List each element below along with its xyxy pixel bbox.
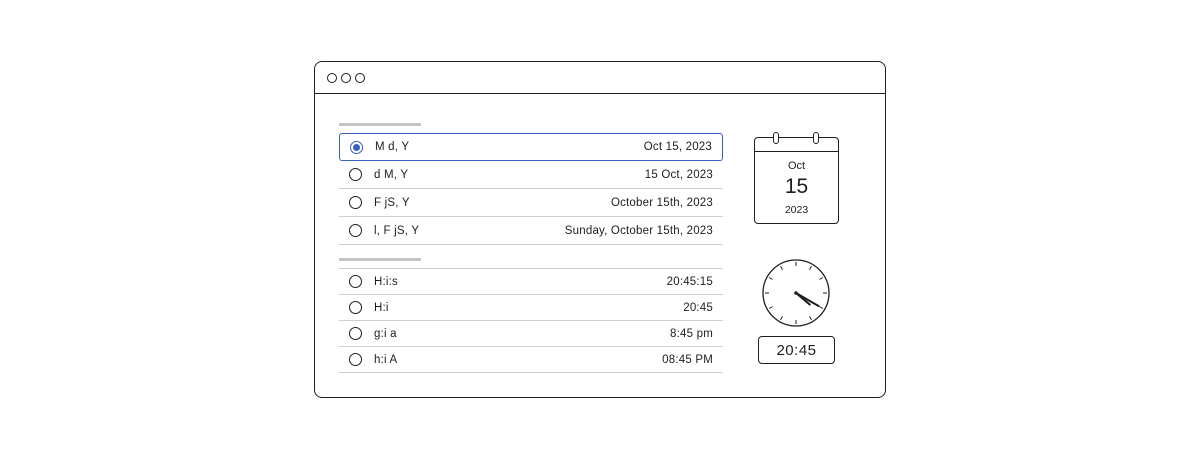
calendar-ring (813, 132, 819, 144)
calendar-month: Oct (787, 160, 806, 172)
format-code: M d, Y (375, 141, 410, 153)
format-preview: Oct 15, 2023 (643, 141, 712, 153)
date-format-option[interactable]: M d, Y Oct 15, 2023 (339, 133, 723, 161)
format-code: H:i:s (374, 275, 398, 288)
format-code: F jS, Y (374, 196, 410, 209)
date-section-heading (339, 123, 421, 126)
format-code: h:i A (374, 353, 398, 366)
time-format-list: H:i:s 20:45:15 H:i 20:45 g:i a 8:45 pm h… (339, 268, 723, 373)
radio-button[interactable] (349, 196, 362, 209)
analog-clock-icon (762, 259, 830, 327)
radio-button[interactable] (349, 275, 362, 288)
format-code: l, F jS, Y (374, 224, 420, 237)
format-preview: 08:45 PM (662, 353, 713, 366)
calendar-header (755, 138, 838, 152)
format-code: g:i a (374, 327, 397, 340)
format-preview: 15 Oct, 2023 (644, 168, 713, 181)
calendar-icon: Oct 15 2023 (754, 132, 839, 224)
format-code: H:i (374, 301, 389, 314)
clock-tick (780, 265, 783, 270)
calendar-ring (773, 132, 779, 144)
title-bar (315, 62, 885, 94)
time-format-option[interactable]: h:i A 08:45 PM (339, 347, 723, 373)
window-control-minimize[interactable] (341, 72, 351, 83)
calendar-day: 15 (784, 175, 809, 198)
clock-tick (819, 277, 824, 280)
radio-button[interactable] (349, 327, 362, 340)
digital-time-display: 20:45 (758, 336, 835, 364)
clock-tick (768, 306, 773, 309)
clock-tick (768, 277, 773, 280)
time-format-option[interactable]: H:i 20:45 (339, 295, 723, 321)
calendar-year: 2023 (784, 204, 809, 216)
radio-button[interactable] (349, 301, 362, 314)
clock-tick (809, 316, 812, 321)
time-format-option[interactable]: g:i a 8:45 pm (339, 321, 723, 347)
format-preview: 20:45:15 (666, 275, 713, 288)
clock-minute-hand (795, 292, 820, 307)
clock-tick (819, 306, 824, 309)
radio-button[interactable] (349, 224, 362, 237)
radio-button[interactable] (349, 353, 362, 366)
clock-tick (809, 265, 812, 270)
format-code: d M, Y (374, 168, 409, 181)
window-control-maximize[interactable] (355, 72, 365, 83)
format-preview: October 15th, 2023 (610, 196, 713, 209)
radio-button[interactable] (350, 140, 363, 154)
date-format-option[interactable]: F jS, Y October 15th, 2023 (339, 189, 723, 217)
format-preview: Sunday, October 15th, 2023 (564, 224, 713, 237)
format-preview: 8:45 pm (670, 327, 713, 340)
format-preview: 20:45 (683, 301, 713, 314)
app-window: M d, Y Oct 15, 2023 d M, Y 15 Oct, 2023 … (314, 61, 886, 398)
time-format-option[interactable]: H:i:s 20:45:15 (339, 269, 723, 295)
radio-button[interactable] (349, 168, 362, 181)
clock-tick (780, 316, 783, 321)
window-control-close[interactable] (327, 72, 337, 83)
date-format-option[interactable]: l, F jS, Y Sunday, October 15th, 2023 (339, 217, 723, 245)
date-format-list: M d, Y Oct 15, 2023 d M, Y 15 Oct, 2023 … (339, 133, 723, 245)
clock-center (794, 291, 798, 295)
time-section-heading (339, 258, 421, 261)
date-format-option[interactable]: d M, Y 15 Oct, 2023 (339, 161, 723, 189)
